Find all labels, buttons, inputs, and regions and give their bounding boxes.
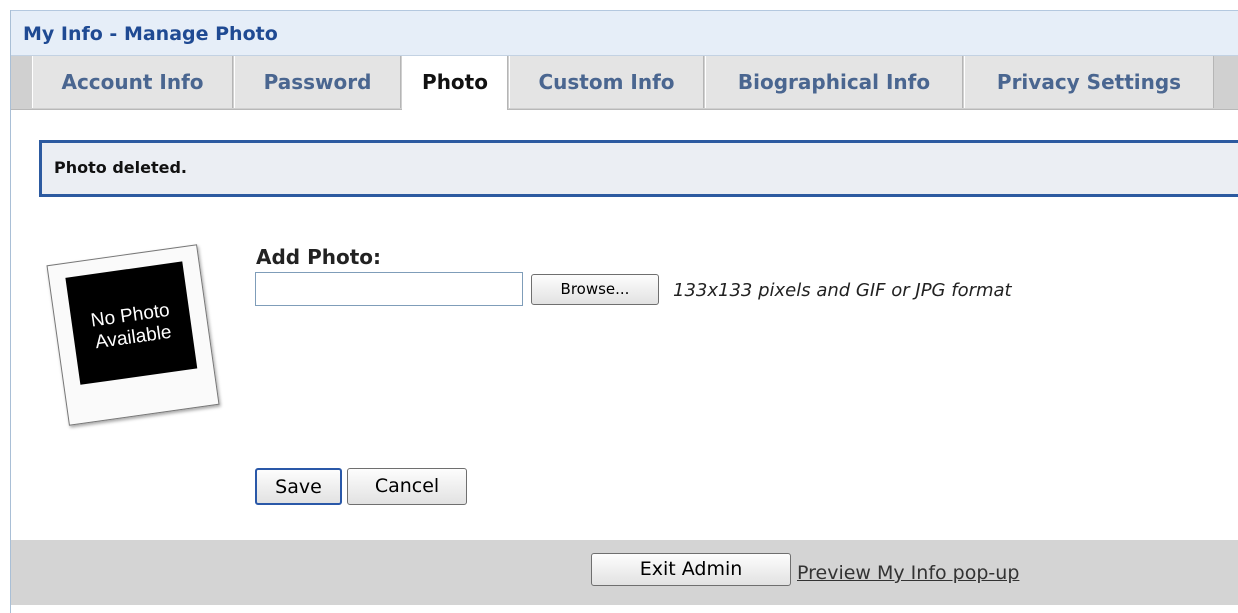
file-path-input[interactable]	[255, 272, 523, 306]
tab-account-info[interactable]: Account Info	[32, 56, 233, 108]
tab-photo[interactable]: Photo	[402, 56, 508, 110]
photo-placeholder: No Photo Available	[65, 261, 198, 385]
browse-button[interactable]: Browse...	[531, 274, 659, 305]
cancel-button[interactable]: Cancel	[347, 468, 467, 505]
footer-bar: Exit Admin Preview My Info pop-up	[11, 540, 1238, 605]
title-bar: My Info - Manage Photo	[11, 10, 1238, 56]
exit-admin-button[interactable]: Exit Admin	[591, 553, 791, 586]
status-message: Photo deleted.	[39, 140, 1238, 197]
tab-biographical-info[interactable]: Biographical Info	[705, 56, 963, 108]
add-photo-label: Add Photo:	[256, 245, 382, 269]
admin-panel: My Info - Manage Photo Account Info Pass…	[10, 10, 1238, 613]
tab-custom-info[interactable]: Custom Info	[509, 56, 704, 108]
page-title: My Info - Manage Photo	[23, 23, 278, 45]
tab-bar: Account Info Password Photo Custom Info …	[11, 56, 1238, 110]
format-hint: 133x133 pixels and GIF or JPG format	[673, 280, 1012, 301]
photo-preview: No Photo Available	[46, 242, 227, 427]
no-photo-image: No Photo Available	[46, 244, 220, 426]
save-button[interactable]: Save	[255, 468, 342, 505]
tab-password[interactable]: Password	[234, 56, 401, 108]
status-message-text: Photo deleted.	[54, 158, 187, 177]
tab-privacy-settings[interactable]: Privacy Settings	[964, 56, 1214, 108]
preview-link[interactable]: Preview My Info pop-up	[797, 562, 1019, 584]
